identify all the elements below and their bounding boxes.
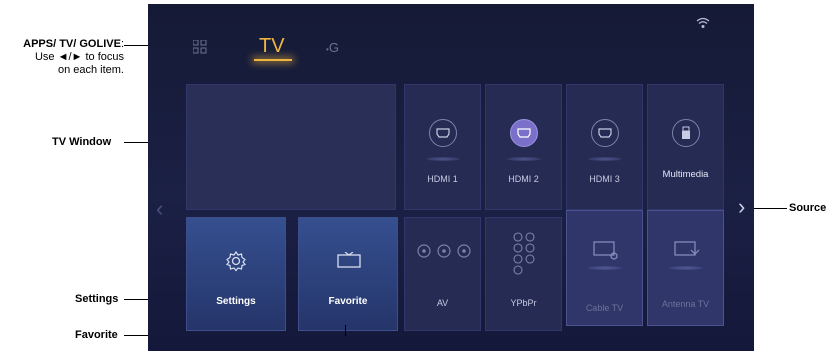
scroll-left-arrow-icon[interactable]: ‹: [156, 196, 163, 222]
annotation-favorite-vline: [345, 325, 346, 336]
hdmi3-glow: [587, 157, 622, 161]
settings-gear-icon: [225, 250, 247, 277]
tab-tv[interactable]: TV: [259, 35, 285, 58]
hdmi1-glow: [425, 157, 460, 161]
source-label-antenna-tv: Antenna TV: [661, 299, 710, 309]
annotation-apps: APPS/ TV/ GOLIVE: Use ◄/► to focus on ea…: [23, 38, 124, 76]
cable-tv-icon: [593, 241, 619, 266]
antenna-tv-glow: [668, 266, 703, 270]
tab-tv-underline: [254, 59, 292, 61]
tab-golive[interactable]: •G: [326, 40, 339, 55]
source-label-hdmi1: HDMI 1: [427, 174, 458, 184]
source-label-multimedia: Multimedia: [662, 169, 709, 180]
hdmi-icon: [428, 119, 457, 147]
tv-window[interactable]: [186, 84, 396, 210]
annotation-settings: Settings: [75, 293, 119, 305]
annotation-favorite: Favorite: [75, 329, 118, 341]
hdmi-icon: [509, 119, 538, 147]
ypbpr-connectors-icon: [513, 232, 535, 281]
antenna-tv-icon: [674, 241, 700, 266]
wifi-icon: [696, 17, 710, 32]
annotation-source: Source: [789, 202, 827, 214]
source-label-hdmi2: HDMI 2: [508, 174, 539, 184]
tab-golive-label: G: [328, 40, 339, 55]
hdmi2-glow: [506, 157, 541, 161]
annotation-apps-title: APPS/ TV/ GOLIVE: [23, 38, 121, 50]
hdmi-icon: [590, 119, 619, 147]
scroll-right-arrow-icon[interactable]: ›: [738, 194, 745, 220]
settings-label: Settings: [216, 296, 256, 307]
source-tile-cable-tv[interactable]: Cable TV: [566, 210, 643, 326]
favorite-tile[interactable]: Favorite: [298, 217, 398, 331]
annotation-apps-desc-1: Use ◄/► to focus: [34, 51, 124, 63]
av-connectors-icon: [417, 244, 471, 263]
source-tile-multimedia[interactable]: Multimedia: [647, 84, 724, 210]
source-label-ypbpr: YPbPr: [510, 298, 537, 308]
apps-grid-icon[interactable]: [192, 39, 207, 54]
source-tile-hdmi2[interactable]: HDMI 2: [485, 84, 562, 210]
source-label-cable-tv: Cable TV: [585, 303, 624, 313]
source-tile-hdmi3[interactable]: HDMI 3: [566, 84, 643, 210]
source-tile-antenna-tv[interactable]: Antenna TV: [647, 210, 724, 326]
usb-icon: [671, 119, 700, 147]
annotation-tv-window: TV Window: [52, 136, 112, 148]
annotation-source-line: [750, 208, 787, 209]
cable-tv-glow: [587, 266, 622, 270]
source-tile-hdmi1[interactable]: HDMI 1: [404, 84, 481, 210]
source-tile-av[interactable]: AV: [404, 217, 481, 331]
settings-tile[interactable]: Settings: [186, 217, 286, 331]
favorite-tv-icon: [337, 251, 361, 275]
source-label-av: AV: [436, 298, 449, 308]
tv-screen: TV •G ‹ › HDMI 1 HDMI 2 HDMI 3 Multimedi…: [148, 4, 754, 351]
favorite-label: Favorite: [328, 296, 368, 307]
source-label-hdmi3: HDMI 3: [589, 174, 620, 184]
annotation-apps-desc-2: on each item.: [57, 64, 124, 76]
source-tile-ypbpr[interactable]: YPbPr: [485, 217, 562, 331]
